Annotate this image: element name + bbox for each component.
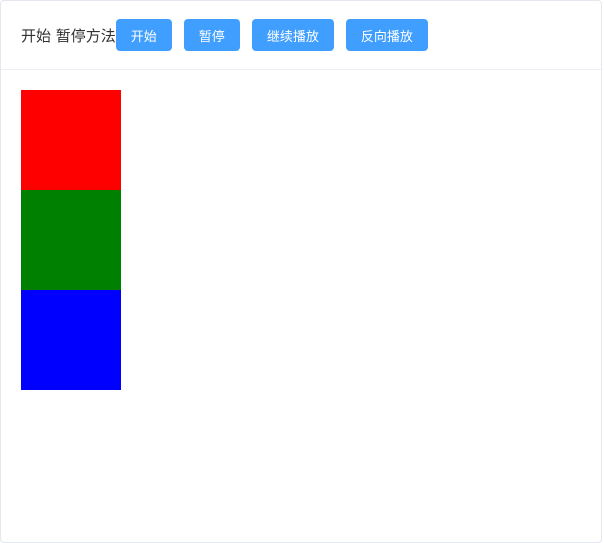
demo-card: 开始 暂停方法 开始 暂停 继续播放 反向播放: [0, 0, 602, 543]
red-box: [21, 90, 121, 190]
start-button[interactable]: 开始: [115, 19, 172, 51]
card-body: [1, 70, 601, 410]
resume-button[interactable]: 继续播放: [251, 19, 334, 51]
header-title: 开始 暂停方法: [21, 26, 116, 45]
reverse-button[interactable]: 反向播放: [345, 19, 428, 51]
card-header: 开始 暂停方法 开始 暂停 继续播放 反向播放: [1, 1, 601, 70]
green-box: [21, 190, 121, 290]
blue-box: [21, 290, 121, 390]
pause-button[interactable]: 暂停: [183, 19, 240, 51]
